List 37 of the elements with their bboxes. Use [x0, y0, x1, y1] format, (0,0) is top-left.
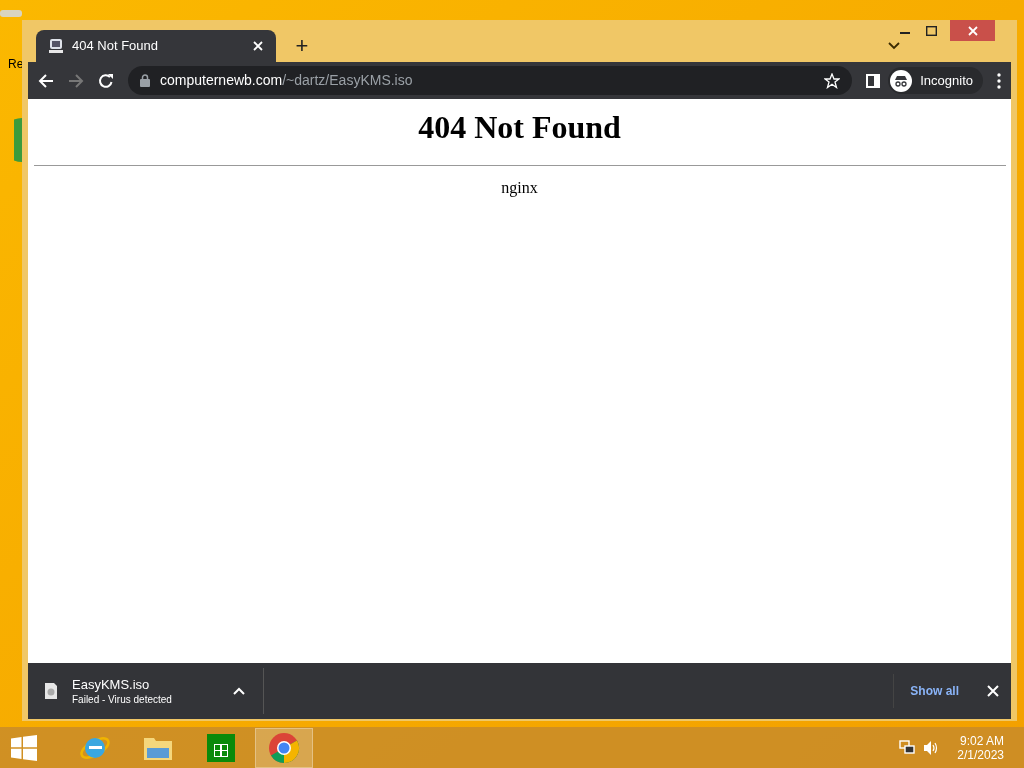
new-tab-button[interactable]: +: [290, 34, 314, 58]
download-item[interactable]: EasyKMS.iso Failed - Virus detected: [28, 668, 264, 714]
star-icon[interactable]: [824, 72, 841, 89]
incognito-icon: [890, 69, 913, 92]
incognito-button[interactable]: Incognito: [888, 67, 983, 94]
page-heading: 404 Not Found: [418, 109, 621, 145]
url-text: computernewb.com/~dartz/EasyKMS.iso: [160, 71, 414, 90]
start-icon[interactable]: [11, 734, 37, 761]
close-icon[interactable]: [987, 685, 999, 697]
forward-icon[interactable]: [68, 72, 84, 89]
menu-icon[interactable]: [997, 72, 1001, 89]
network-icon[interactable]: [899, 739, 916, 756]
chrome-icon: [268, 731, 300, 764]
maximize-icon[interactable]: [926, 26, 937, 36]
side-panel-icon[interactable]: [866, 73, 881, 88]
download-status: Failed - Virus detected: [72, 694, 173, 705]
close-icon[interactable]: [252, 40, 264, 52]
server-name: nginx: [501, 178, 538, 199]
close-window-button[interactable]: [950, 20, 995, 41]
back-icon[interactable]: [38, 72, 54, 89]
speaker-icon[interactable]: [923, 739, 940, 756]
file-name: EasyKMS.iso: [72, 677, 151, 691]
taskbar-button[interactable]: [255, 727, 313, 768]
file-icon: [44, 683, 58, 699]
desktop-icon-label[interactable]: Re: [8, 58, 24, 70]
chevron-up-icon: [233, 687, 245, 695]
chevron-down-icon[interactable]: [888, 42, 900, 50]
address-bar[interactable]: computernewb.com/~dartz/EasyKMS.iso: [128, 66, 853, 95]
store-icon: [205, 731, 237, 764]
computer-icon: [48, 38, 64, 54]
tab-title: 404 Not Found: [72, 37, 159, 56]
show-all-button[interactable]: Show all: [910, 682, 959, 700]
browser-tab[interactable]: 404 Not Found: [36, 30, 276, 62]
minimize-icon[interactable]: [900, 32, 910, 35]
reload-icon[interactable]: [98, 72, 114, 89]
lock-icon[interactable]: [140, 74, 150, 87]
close-icon: [967, 25, 978, 36]
